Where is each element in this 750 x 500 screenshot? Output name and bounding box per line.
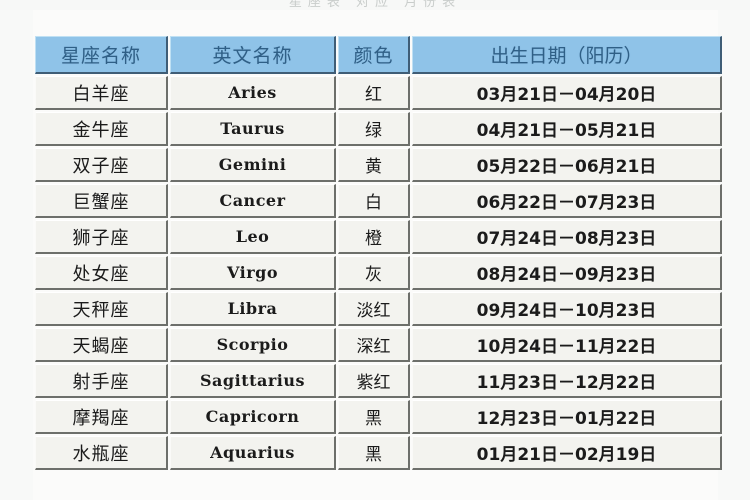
cell-sign-name: 水瓶座 (35, 436, 168, 470)
cell-sign-name: 白羊座 (35, 76, 168, 110)
cell-color-value: 绿 (338, 112, 410, 146)
table-row: 狮子座 Leo 橙 07月24日－08月23日 (35, 220, 722, 254)
column-header-english-name: 英文名称 (170, 36, 336, 74)
cell-sign-name: 天秤座 (35, 292, 168, 326)
cell-sign-name: 双子座 (35, 148, 168, 182)
table-row: 金牛座 Taurus 绿 04月21日－05月21日 (35, 112, 722, 146)
cell-color-value: 红 (338, 76, 410, 110)
cell-sign-name: 处女座 (35, 256, 168, 290)
cell-english-name: Virgo (170, 256, 336, 290)
cell-birth-date: 01月21日－02月19日 (412, 436, 722, 470)
cell-color-value: 深红 (338, 328, 410, 362)
table-row: 射手座 Sagittarius 紫红 11月23日－12月22日 (35, 364, 722, 398)
cell-birth-date: 05月22日－06月21日 (412, 148, 722, 182)
cell-birth-date: 08月24日－09月23日 (412, 256, 722, 290)
cell-color-value: 紫红 (338, 364, 410, 398)
cell-birth-date: 10月24日－11月22日 (412, 328, 722, 362)
cell-english-name: Scorpio (170, 328, 336, 362)
table-row: 天蝎座 Scorpio 深红 10月24日－11月22日 (35, 328, 722, 362)
cell-english-name: Cancer (170, 184, 336, 218)
cell-english-name: Leo (170, 220, 336, 254)
cell-sign-name: 摩羯座 (35, 400, 168, 434)
cell-sign-name: 天蝎座 (35, 328, 168, 362)
cell-english-name: Capricorn (170, 400, 336, 434)
table-row: 摩羯座 Capricorn 黑 12月23日－01月22日 (35, 400, 722, 434)
cell-color-value: 淡红 (338, 292, 410, 326)
cell-birth-date: 12月23日－01月22日 (412, 400, 722, 434)
cell-sign-name: 巨蟹座 (35, 184, 168, 218)
cell-birth-date: 07月24日－08月23日 (412, 220, 722, 254)
screenshot-canvas: 星座表 对应 月份表 星座名称 英文名称 颜色 出生日期（阳历） 白羊座 Arie… (0, 0, 750, 500)
cell-birth-date: 09月24日－10月23日 (412, 292, 722, 326)
column-header-birth-date: 出生日期（阳历） (412, 36, 722, 74)
cell-birth-date: 11月23日－12月22日 (412, 364, 722, 398)
cell-color-value: 黑 (338, 436, 410, 470)
cell-birth-date: 06月22日－07月23日 (412, 184, 722, 218)
table-row: 天秤座 Libra 淡红 09月24日－10月23日 (35, 292, 722, 326)
table-header-row: 星座名称 英文名称 颜色 出生日期（阳历） (35, 36, 722, 74)
cell-english-name: Libra (170, 292, 336, 326)
cell-sign-name: 金牛座 (35, 112, 168, 146)
table-row: 水瓶座 Aquarius 黑 01月21日－02月19日 (35, 436, 722, 470)
cell-color-value: 黄 (338, 148, 410, 182)
cell-birth-date: 03月21日－04月20日 (412, 76, 722, 110)
cell-sign-name: 狮子座 (35, 220, 168, 254)
table-row: 处女座 Virgo 灰 08月24日－09月23日 (35, 256, 722, 290)
zodiac-sign-table: 星座名称 英文名称 颜色 出生日期（阳历） 白羊座 Aries 红 03月21日－04… (33, 34, 724, 472)
column-header-sign-name: 星座名称 (35, 36, 168, 74)
table-header: 星座名称 英文名称 颜色 出生日期（阳历） (35, 36, 722, 74)
cell-english-name: Aries (170, 76, 336, 110)
cell-color-value: 灰 (338, 256, 410, 290)
cell-birth-date: 04月21日－05月21日 (412, 112, 722, 146)
cell-color-value: 白 (338, 184, 410, 218)
table-row: 双子座 Gemini 黄 05月22日－06月21日 (35, 148, 722, 182)
table-row: 巨蟹座 Cancer 白 06月22日－07月23日 (35, 184, 722, 218)
cropped-title-strip: 星座表 对应 月份表 (0, 0, 750, 10)
table-row: 白羊座 Aries 红 03月21日－04月20日 (35, 76, 722, 110)
cell-english-name: Aquarius (170, 436, 336, 470)
page-gutter-left (0, 0, 33, 500)
cropped-title-text: 星座表 对应 月份表 (288, 0, 462, 10)
cell-english-name: Sagittarius (170, 364, 336, 398)
table-body: 白羊座 Aries 红 03月21日－04月20日 金牛座 Taurus 绿 04月21日－0… (35, 76, 722, 470)
cell-english-name: Gemini (170, 148, 336, 182)
cell-color-value: 橙 (338, 220, 410, 254)
cell-english-name: Taurus (170, 112, 336, 146)
column-header-color: 颜色 (338, 36, 410, 74)
cell-color-value: 黑 (338, 400, 410, 434)
cell-sign-name: 射手座 (35, 364, 168, 398)
